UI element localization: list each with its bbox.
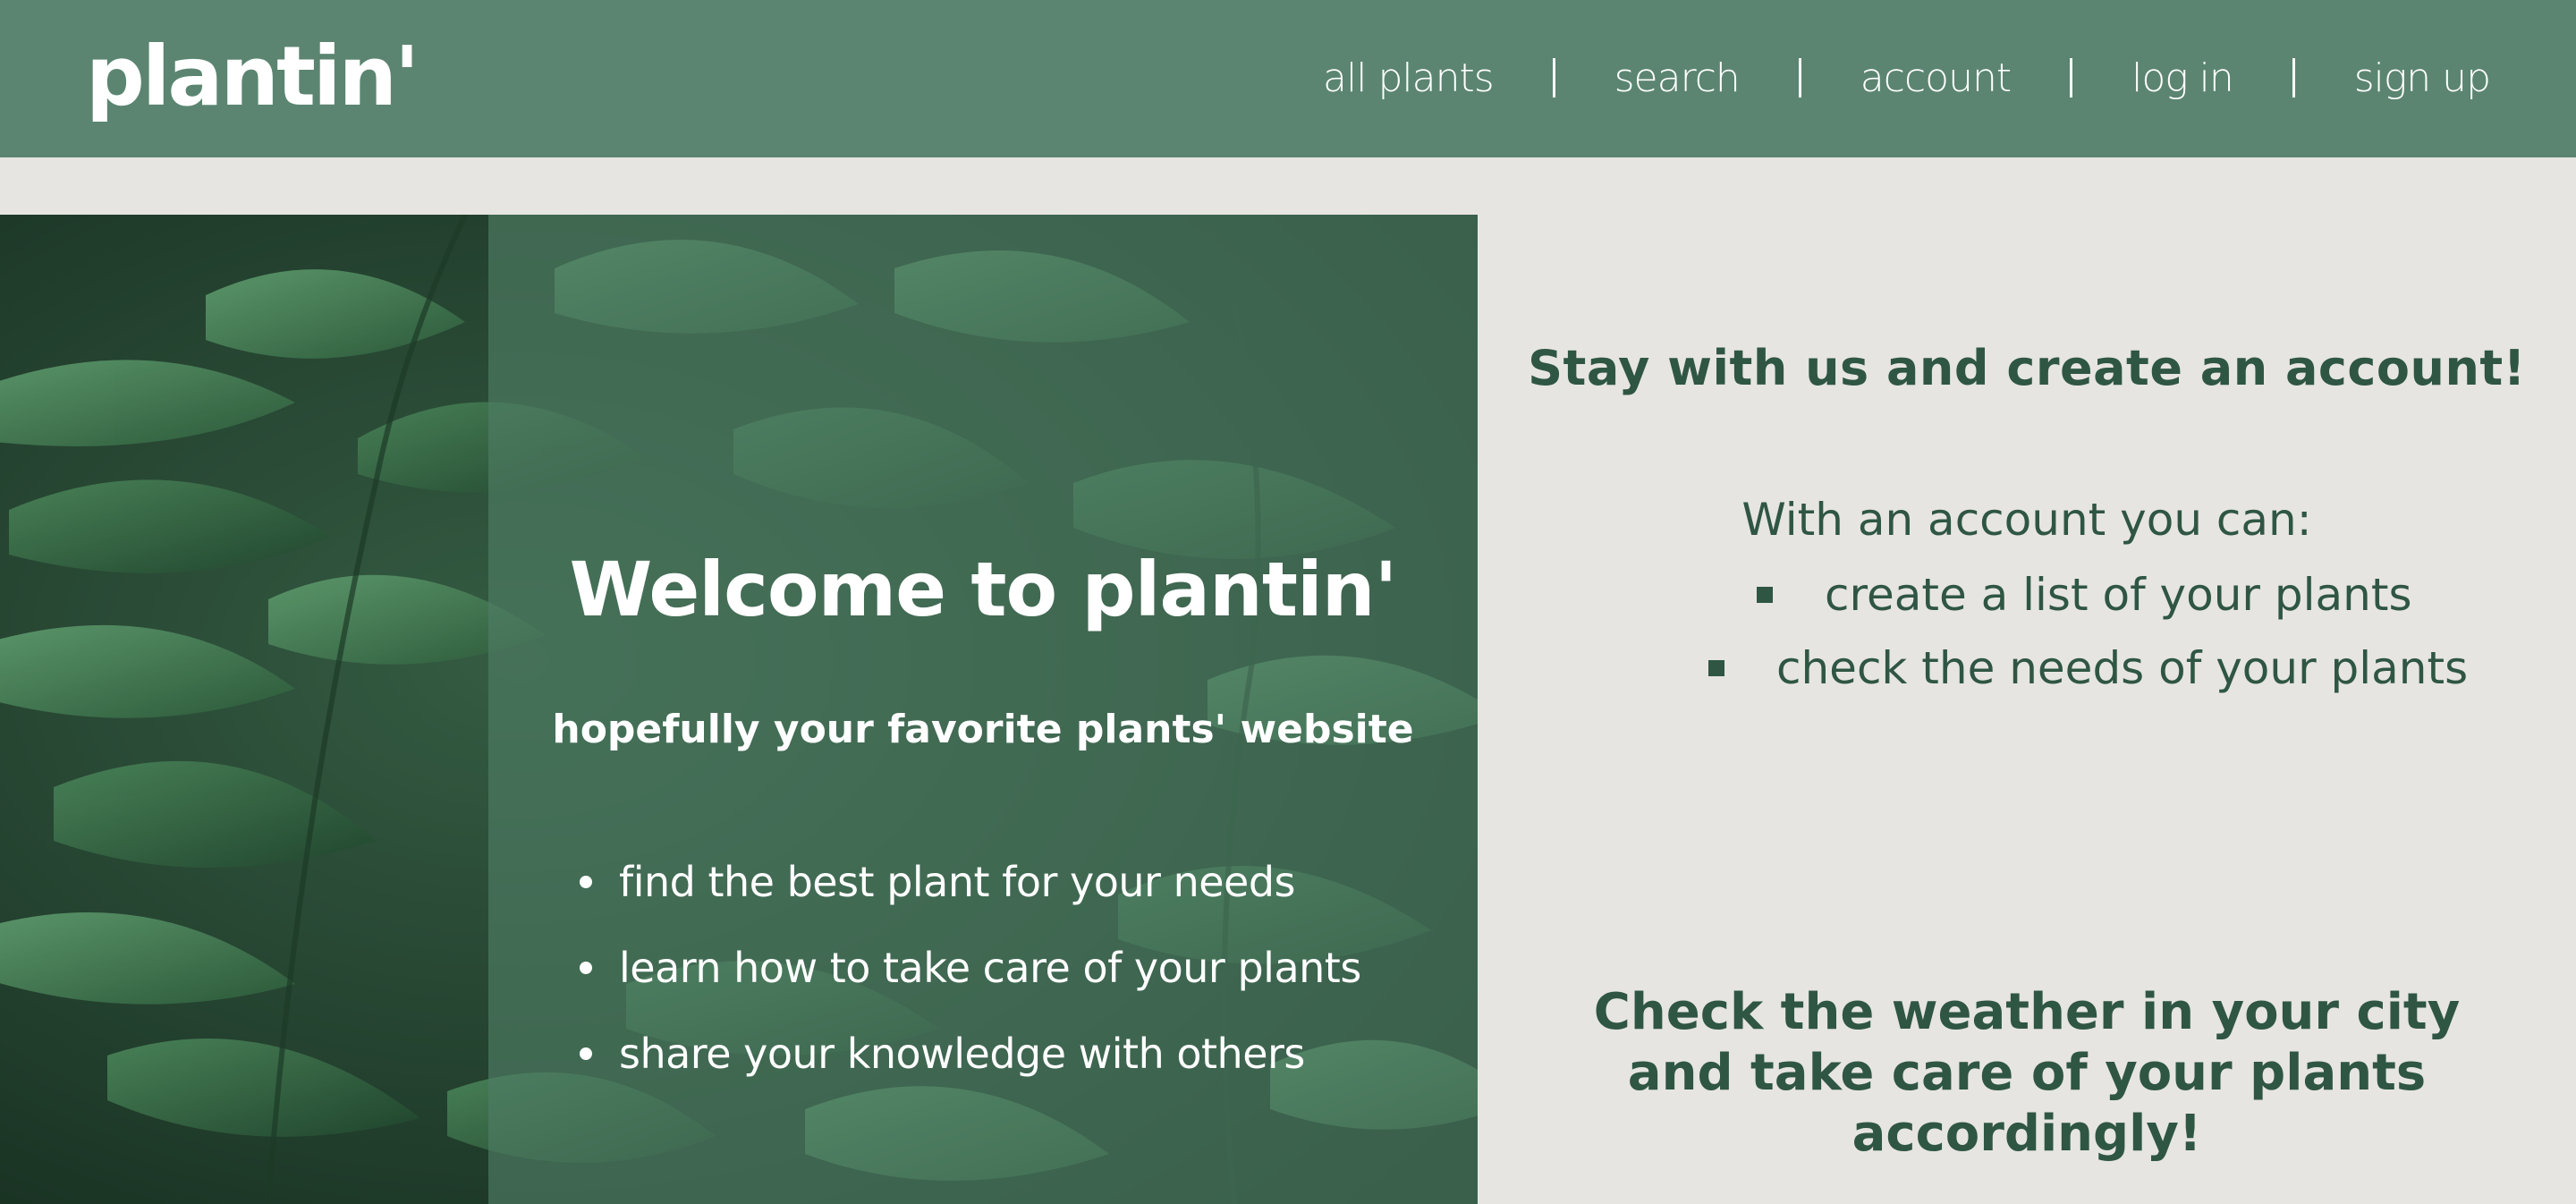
feature-text: share your knowledge with others	[619, 1030, 1305, 1078]
benefit-text: create a list of your plants	[1825, 569, 2412, 621]
nav-link-log-in[interactable]: log in	[2131, 55, 2234, 101]
list-item: check the needs of your plants	[1708, 642, 2468, 694]
hero-title: Welcome to plantin'	[569, 546, 1398, 633]
nav-divider	[2070, 58, 2073, 98]
hero-subtitle: hopefully your favorite plants' website	[552, 707, 1414, 752]
hero-section: Welcome to plantin' hopefully your favor…	[0, 215, 1478, 1204]
weather-heading: Check the weather in your city and take …	[1478, 982, 2576, 1165]
weather-heading-line: Check the weather in your city	[1593, 983, 2461, 1041]
list-item: find the best plant for your needs	[572, 839, 1361, 925]
list-item: share your knowledge with others	[572, 1011, 1361, 1097]
bullet-icon	[580, 876, 592, 888]
square-bullet-icon	[1757, 587, 1773, 603]
feature-list: find the best plant for your needs learn…	[572, 839, 1361, 1097]
list-item: learn how to take care of your plants	[572, 925, 1361, 1011]
nav-divider	[1798, 58, 1801, 98]
feature-text: find the best plant for your needs	[619, 858, 1296, 906]
feature-text: learn how to take care of your plants	[619, 944, 1361, 992]
nav-divider	[2292, 58, 2295, 98]
top-navbar: plantin' all plants search account log i…	[0, 0, 2576, 157]
site-logo[interactable]: plantin'	[86, 27, 419, 127]
account-heading: Stay with us and create an account!	[1528, 340, 2526, 396]
nav-divider	[1552, 58, 1555, 98]
weather-heading-line: and take care of your plants	[1627, 1044, 2427, 1102]
nav-link-account[interactable]: account	[1860, 55, 2012, 101]
account-intro: With an account you can:	[1741, 494, 2312, 546]
main-nav: all plants search account log in sign up	[1323, 47, 2491, 109]
bullet-icon	[580, 1047, 592, 1060]
benefit-text: check the needs of your plants	[1776, 642, 2469, 694]
weather-heading-line: accordingly!	[1852, 1105, 2202, 1163]
list-item: create a list of your plants	[1757, 569, 2412, 621]
nav-link-search[interactable]: search	[1614, 55, 1741, 101]
sidebar-info: Stay with us and create an account! With…	[1478, 215, 2576, 1204]
bullet-icon	[580, 962, 592, 974]
square-bullet-icon	[1708, 660, 1724, 676]
nav-link-sign-up[interactable]: sign up	[2354, 55, 2491, 101]
nav-link-all-plants[interactable]: all plants	[1323, 55, 1495, 101]
